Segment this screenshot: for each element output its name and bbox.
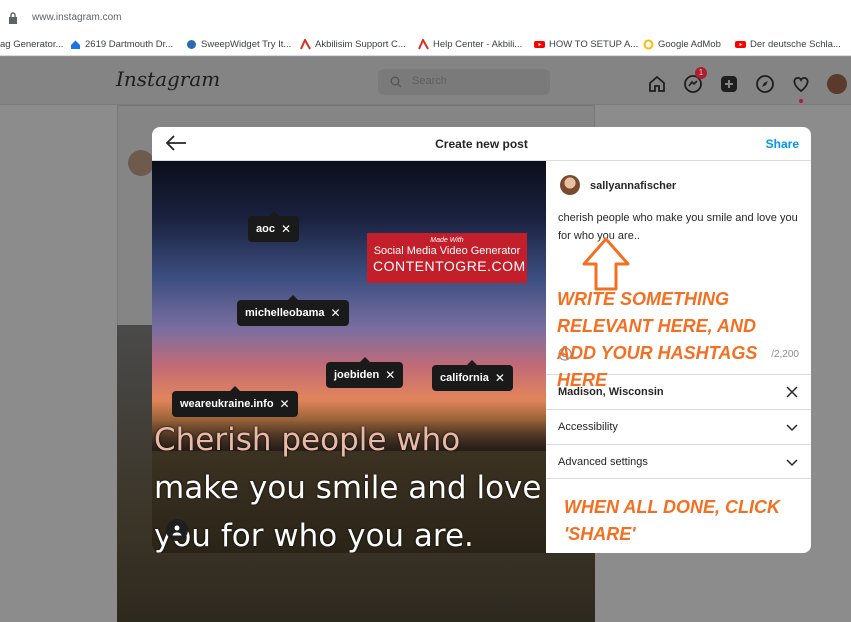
heart-icon[interactable] (789, 73, 813, 103)
annotation-arrow-up-icon (582, 237, 630, 291)
messenger-icon[interactable]: 1 (681, 67, 707, 95)
user-tag-aoc[interactable]: aoc ✕ (248, 211, 300, 242)
home-icon[interactable] (645, 73, 669, 95)
bookmark-item[interactable]: Help Center - Akbili... (418, 39, 522, 50)
instagram-logo[interactable]: Instagram (116, 67, 220, 91)
bookmarks-bar: ag Generator... 2619 Dartmouth Dr... Swe… (0, 36, 851, 56)
remove-tag-icon[interactable]: ✕ (385, 368, 395, 382)
explore-icon[interactable] (753, 73, 777, 95)
akbilisim-icon (418, 39, 429, 50)
new-post-icon[interactable] (717, 73, 741, 95)
bookmark-item[interactable]: Akbilisim Support C... (300, 39, 406, 50)
bookmark-item[interactable]: HOW TO SETUP A... (534, 39, 638, 50)
advanced-settings-row[interactable]: Advanced settings (546, 444, 811, 479)
lock-icon (9, 12, 17, 24)
remove-tag-icon[interactable]: ✕ (330, 306, 340, 320)
bookmark-item[interactable]: Google AdMob (643, 39, 721, 50)
user-tag-michelleobama[interactable]: michelleobama ✕ (237, 295, 349, 326)
bookmark-item[interactable]: Der deutsche Schla... (735, 39, 841, 50)
youtube-icon (735, 41, 746, 48)
search-icon (390, 76, 402, 88)
username: sallyannafischer (590, 180, 677, 192)
avatar (560, 175, 580, 195)
search-input[interactable]: Search (378, 69, 550, 95)
remove-tag-icon[interactable]: ✕ (281, 222, 291, 236)
annotation-write-note: WRITE SOMETHING RELEVANT HERE, AND ADD Y… (557, 289, 758, 390)
accessibility-row[interactable]: Accessibility (546, 409, 811, 444)
url-text: www.instagram.com (32, 12, 122, 23)
search-placeholder: Search (412, 75, 447, 87)
activity-dot (799, 99, 803, 103)
home-bookmark-icon (71, 40, 80, 49)
instagram-header: Instagram Search 1 (0, 57, 851, 105)
accessibility-label: Accessibility (558, 421, 618, 433)
quote-overlay-text: Cherish people who make you smile and lo… (154, 422, 542, 553)
remove-tag-icon[interactable]: ✕ (495, 371, 505, 385)
person-icon (172, 525, 182, 536)
bookmark-item[interactable]: SweepWidget Try It... (186, 39, 291, 50)
chevron-down-icon (786, 424, 798, 432)
chevron-down-icon (786, 459, 798, 467)
share-button[interactable]: Share (766, 137, 799, 151)
remove-tag-icon[interactable]: ✕ (280, 397, 290, 411)
notification-badge: 1 (695, 67, 707, 79)
bookmark-item[interactable]: ag Generator... (0, 39, 63, 50)
bookmark-item[interactable]: 2619 Dartmouth Dr... (70, 39, 173, 50)
tag-people-button[interactable] (166, 519, 188, 541)
nav-icons: 1 (645, 67, 849, 103)
youtube-icon (534, 41, 545, 48)
user-tag-weareukraine[interactable]: weareukraine.info ✕ (172, 386, 298, 417)
video-generator-watermark: Made With Social Media Video Generator C… (367, 233, 527, 283)
feed-avatar (128, 150, 154, 176)
advanced-settings-label: Advanced settings (558, 456, 648, 468)
admob-icon (643, 39, 654, 50)
profile-avatar[interactable] (825, 73, 849, 95)
browser-address-bar[interactable]: www.instagram.com (0, 0, 851, 36)
user-tag-california[interactable]: california ✕ (432, 360, 513, 391)
avatar (827, 74, 847, 94)
user-tag-joebiden[interactable]: joebiden ✕ (326, 357, 404, 388)
annotation-share-note: WHEN ALL DONE, CLICK 'SHARE' (564, 497, 780, 544)
modal-header: Create new post Share (152, 127, 811, 161)
post-media-preview[interactable]: Made With Social Media Video Generator C… (152, 161, 546, 553)
modal-title: Create new post (435, 137, 528, 151)
akbilisim-icon (300, 39, 311, 50)
sweepwidget-icon (187, 40, 196, 49)
